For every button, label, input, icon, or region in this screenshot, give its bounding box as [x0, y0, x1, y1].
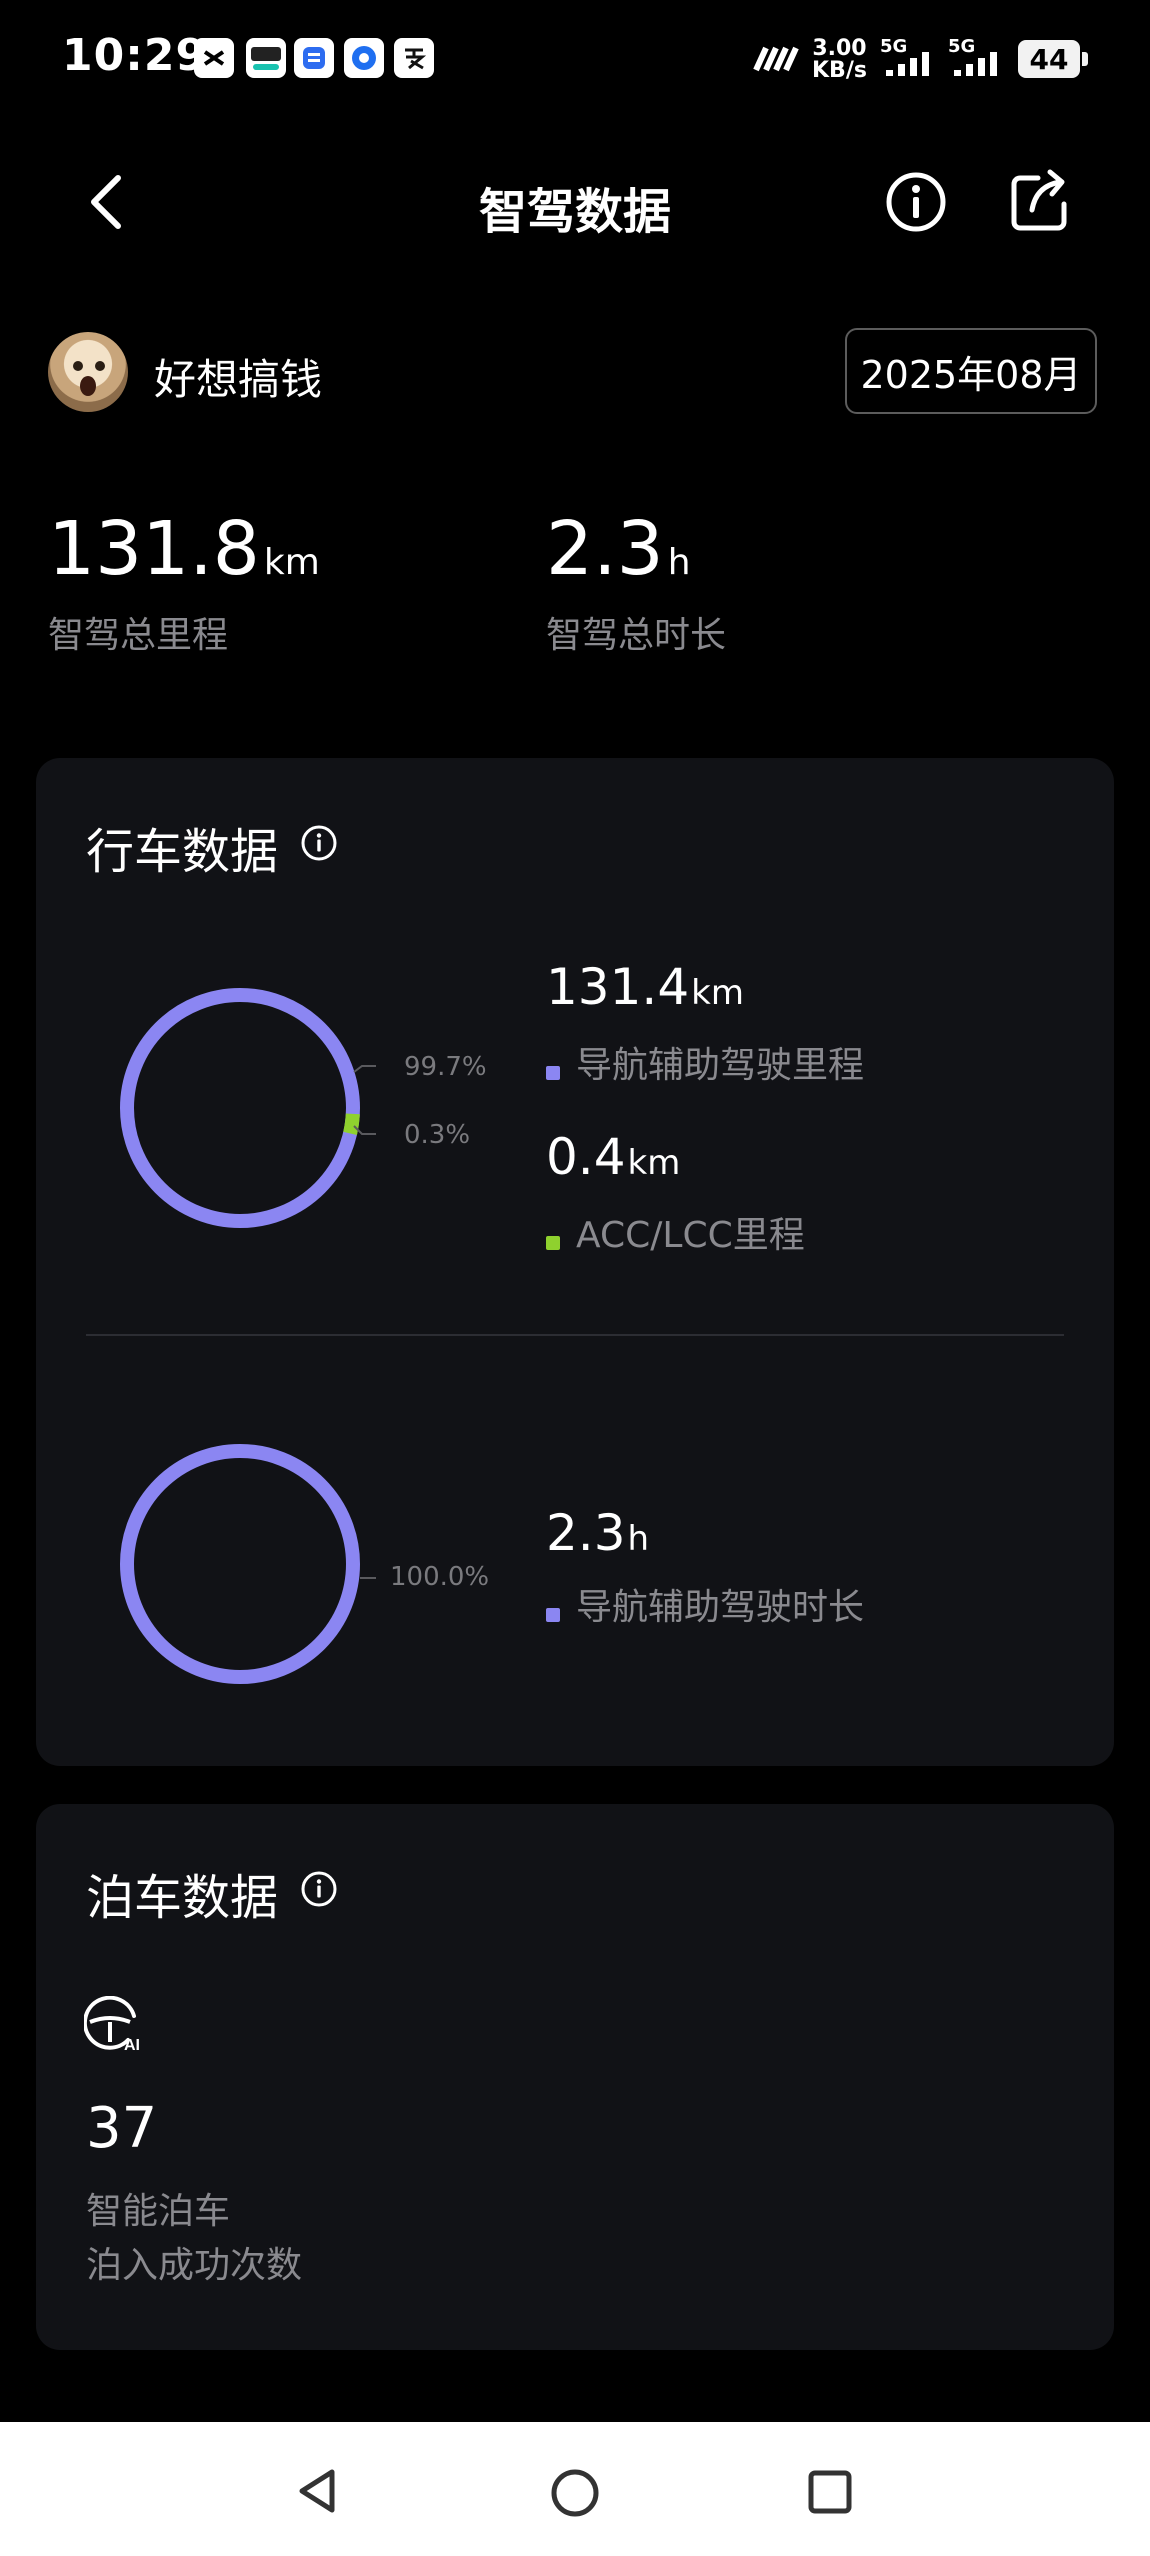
info-icon[interactable] [300, 824, 338, 862]
total-distance-unit: km [263, 542, 320, 583]
recents-square-icon[interactable] [806, 2468, 854, 2516]
total-distance: 131.8 km [48, 506, 320, 592]
parking-label-line2: 泊入成功次数 [86, 2245, 303, 2286]
system-nav-bar [0, 2422, 1150, 2556]
acc-distance-unit: km [627, 1143, 681, 1183]
avatar[interactable] [48, 332, 128, 412]
avatar-image [73, 361, 105, 396]
total-time-value: 2.3 [546, 506, 664, 592]
nav-distance-label: 导航辅助驾驶里程 [576, 1045, 865, 1086]
nav-distance-unit: km [691, 973, 744, 1013]
battery-tip [1082, 52, 1088, 66]
username: 好想搞钱 [154, 355, 323, 404]
total-time-unit: h [667, 542, 691, 583]
status-bar: 10:29 3.00 KB/s 5G 5G 44 [0, 0, 1150, 120]
nav-time-legend: 导航辅助驾驶时长 [546, 1578, 864, 1630]
distance-donut-chart [120, 988, 376, 1228]
signal-strength-icon [886, 52, 929, 76]
donut-segment-acc [343, 1113, 360, 1135]
total-distance-label: 智驾总里程 [48, 615, 229, 656]
legend-dot [546, 1065, 560, 1080]
pct-leader-line [353, 1065, 376, 1073]
nav-time: 2.3h [546, 1504, 649, 1562]
parking-label-line1: 智能泊车 [86, 2191, 231, 2232]
nav-time-value: 2.3 [546, 1504, 626, 1562]
acc-distance-value: 0.4 [546, 1128, 626, 1186]
app-notification-icon [194, 38, 234, 78]
pct-label-time: 100.0% [390, 1562, 490, 1592]
donut-segment-nav [120, 988, 360, 1228]
nav-time-unit: h [627, 1519, 650, 1559]
app-notification-icon [246, 38, 286, 78]
back-triangle-icon[interactable] [294, 2466, 340, 2516]
total-distance-value: 131.8 [48, 506, 260, 592]
acc-distance: 0.4km [546, 1128, 680, 1186]
total-time-label: 智驾总时长 [546, 615, 727, 656]
nfc-icon [753, 46, 799, 72]
page-title: 智驾数据 [478, 184, 671, 240]
legend-dot [546, 1235, 560, 1250]
divider [86, 1334, 1064, 1336]
month-picker-button[interactable]: 2025年08月 [845, 328, 1097, 414]
time-donut-chart [120, 1444, 376, 1684]
acc-distance-label: ACC/LCC里程 [576, 1215, 805, 1256]
app-notification-icon [294, 38, 334, 78]
share-icon[interactable] [1008, 168, 1072, 234]
info-icon[interactable] [300, 1870, 338, 1908]
network-speed-unit: KB/s [812, 58, 867, 83]
info-icon[interactable] [884, 170, 948, 234]
pct-label-minor: 0.3% [404, 1120, 471, 1150]
acc-distance-legend: ACC/LCC里程 [546, 1206, 805, 1258]
nav-distance-value: 131.4 [546, 958, 690, 1016]
ai-steering-wheel-icon: AI [84, 1996, 140, 2052]
home-circle-icon[interactable] [548, 2466, 602, 2520]
nav-distance-legend: 导航辅助驾驶里程 [546, 1036, 864, 1088]
nav-distance: 131.4km [546, 958, 744, 1016]
signal-strength-icon [954, 52, 997, 76]
pct-label-main: 99.7% [404, 1052, 487, 1082]
app-notification-icon [394, 38, 434, 78]
svg-text:AI: AI [124, 2037, 140, 2052]
battery-indicator: 44 [1018, 40, 1080, 78]
legend-dot [546, 1607, 560, 1622]
status-time: 10:29 [62, 30, 208, 81]
parking-count: 37 [86, 2096, 158, 2161]
driving-card-title: 行车数据 [86, 824, 279, 880]
donut-segment-nav-time [120, 1444, 360, 1684]
app-notification-icon [344, 38, 384, 78]
network-speed: 3.00 KB/s [812, 38, 867, 82]
nav-time-label: 导航辅助驾驶时长 [576, 1587, 865, 1628]
network-speed-value: 3.00 [812, 36, 867, 61]
parking-card-title: 泊车数据 [86, 1870, 279, 1926]
total-time: 2.3 h [546, 506, 691, 592]
